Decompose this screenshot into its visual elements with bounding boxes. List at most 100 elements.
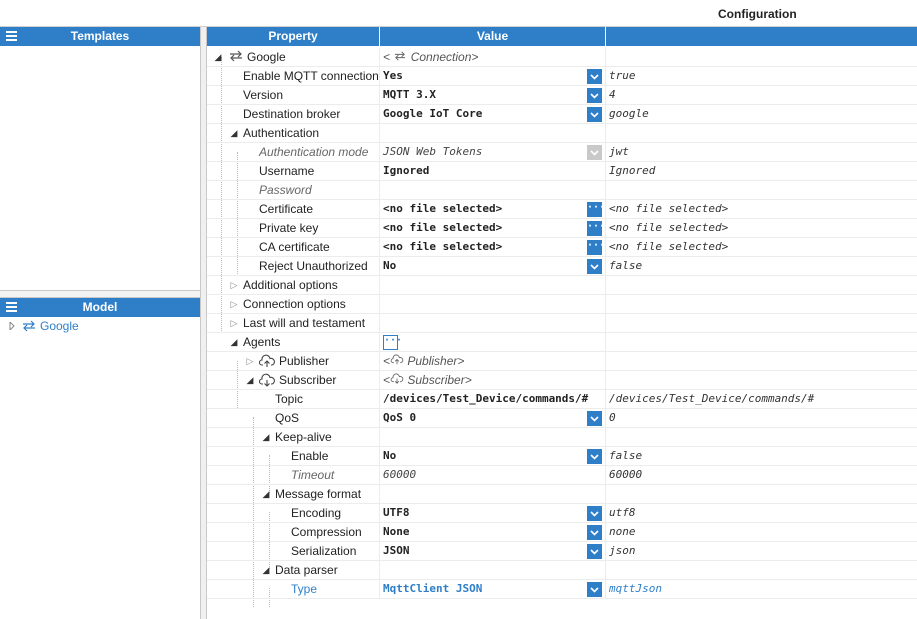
chevron-down-icon[interactable] <box>587 259 602 274</box>
property-label: Publisher <box>279 354 330 368</box>
value-cell[interactable]: Ignored <box>380 162 606 181</box>
column-header-raw[interactable] <box>606 27 917 46</box>
raw-cell <box>606 124 917 143</box>
value-cell[interactable]: QoS 0 <box>380 409 606 428</box>
expand-arrow-icon[interactable]: ▷ <box>229 314 239 332</box>
title-bar: Configuration <box>0 0 917 27</box>
value-cell[interactable]: None <box>380 523 606 542</box>
value-cell[interactable]: <no file selected> ··· <box>380 219 606 238</box>
chevron-down-icon[interactable] <box>587 107 602 122</box>
swap-arrows-icon <box>23 320 35 332</box>
value-cell[interactable]: /devices/Test_Device/commands/# <box>380 390 606 409</box>
property-row-version[interactable]: Version MQTT 3.X 4 <box>207 86 917 105</box>
property-row-password[interactable]: Password <box>207 181 917 200</box>
property-row-private-key[interactable]: Private key <no file selected> ··· <no f… <box>207 219 917 238</box>
raw-cell: /devices/Test_Device/commands/# <box>609 392 815 405</box>
tree-row-agents[interactable]: ◢ Agents ··· <box>207 333 917 352</box>
tree-row-additional-options[interactable]: ▷ Additional options <box>207 276 917 295</box>
tree-row-last-will-and-testament[interactable]: ▷ Last will and testament <box>207 314 917 333</box>
property-row-destination-broker[interactable]: Destination broker Google IoT Core googl… <box>207 105 917 124</box>
value-cell[interactable]: No <box>380 447 606 466</box>
subscriber-object-label: < Subscriber> <box>383 373 472 387</box>
collapse-arrow-icon[interactable]: ◢ <box>261 428 271 446</box>
chevron-down-icon[interactable] <box>587 69 602 84</box>
expand-arrow-icon[interactable]: ▷ <box>245 352 255 370</box>
property-row-username[interactable]: Username Ignored Ignored <box>207 162 917 181</box>
value-cell <box>380 561 606 580</box>
connection-object-label: < Connection> <box>383 50 479 64</box>
property-value: <no file selected> <box>383 240 503 253</box>
value-cell[interactable]: Google IoT Core <box>380 105 606 124</box>
chevron-down-icon[interactable] <box>587 411 602 426</box>
hamburger-menu-icon[interactable] <box>6 31 17 42</box>
left-pane: Templates Model Google <box>0 27 201 619</box>
tree-row-message-format[interactable]: ◢ Message format <box>207 485 917 504</box>
value-cell[interactable]: MQTT 3.X <box>380 86 606 105</box>
column-header-value[interactable]: Value <box>380 27 605 46</box>
model-item-google[interactable]: Google <box>0 317 200 335</box>
tree-row-keep-alive[interactable]: ◢ Keep-alive <box>207 428 917 447</box>
property-row-timeout[interactable]: Timeout 60000 60000 <box>207 466 917 485</box>
collapse-arrow-icon[interactable]: ◢ <box>213 48 223 66</box>
property-label: Private key <box>259 221 319 235</box>
value-cell: < Connection> <box>380 48 606 67</box>
hamburger-menu-icon[interactable] <box>6 302 17 313</box>
chevron-down-icon[interactable] <box>587 449 602 464</box>
expand-arrow-icon[interactable]: ▷ <box>229 276 239 294</box>
value-cell[interactable]: <no file selected> ··· <box>380 238 606 257</box>
publisher-object-label: < Publisher> <box>383 354 465 368</box>
tree-row-subscriber[interactable]: ◢ Subscriber < Subscriber> <box>207 371 917 390</box>
value-cell[interactable]: <no file selected> ··· <box>380 200 606 219</box>
collapse-arrow-icon[interactable]: ◢ <box>245 371 255 389</box>
tree-row-authentication[interactable]: ◢ Authentication <box>207 124 917 143</box>
value-cell <box>380 181 606 200</box>
collapse-arrow-icon[interactable]: ◢ <box>261 561 271 579</box>
templates-panel-header: Templates <box>0 27 200 46</box>
chevron-down-icon[interactable] <box>587 506 602 521</box>
ellipsis-icon[interactable]: ··· <box>587 240 605 255</box>
value-cell[interactable]: UTF8 <box>380 504 606 523</box>
raw-cell: false <box>609 449 643 462</box>
chevron-down-icon[interactable] <box>587 88 602 103</box>
property-row-ca-certificate[interactable]: CA certificate <no file selected> ··· <n… <box>207 238 917 257</box>
property-value: QoS 0 <box>383 411 417 424</box>
ellipsis-icon[interactable]: ··· <box>587 221 605 236</box>
tree-row-data-parser[interactable]: ◢ Data parser <box>207 561 917 580</box>
property-row-topic[interactable]: Topic /devices/Test_Device/commands/# /d… <box>207 390 917 409</box>
value-cell[interactable]: JSON <box>380 542 606 561</box>
tree-row-connection-options[interactable]: ▷ Connection options <box>207 295 917 314</box>
expand-arrow-icon[interactable] <box>9 322 15 330</box>
chevron-down-icon[interactable] <box>587 525 602 540</box>
tree-row-publisher[interactable]: ▷ Publisher < Publisher> <box>207 352 917 371</box>
column-header-property[interactable]: Property <box>207 27 379 46</box>
page-title: Configuration <box>718 7 797 21</box>
value-cell[interactable]: Yes <box>380 67 606 86</box>
chevron-down-icon[interactable] <box>587 582 602 597</box>
property-label: Version <box>243 88 284 102</box>
collapse-arrow-icon[interactable]: ◢ <box>261 485 271 503</box>
chevron-down-icon[interactable] <box>587 544 602 559</box>
panel-splitter[interactable] <box>0 291 200 298</box>
property-row-qos[interactable]: QoS QoS 0 0 <box>207 409 917 428</box>
property-row-reject-unauthorized[interactable]: Reject Unauthorized No false <box>207 257 917 276</box>
property-row-certificate[interactable]: Certificate <no file selected> ··· <no f… <box>207 200 917 219</box>
property-row-type[interactable]: Type MqttClient JSON mqttJson <box>207 580 917 599</box>
value-cell[interactable]: No <box>380 257 606 276</box>
value-cell[interactable]: MqttClient JSON <box>380 580 606 599</box>
ellipsis-icon[interactable]: ··· <box>587 202 605 217</box>
tree-row-google[interactable]: ◢ Google < Connection> <box>207 48 917 67</box>
ellipsis-icon[interactable]: ··· <box>383 335 402 350</box>
collapse-arrow-icon[interactable]: ◢ <box>229 333 239 351</box>
property-row-keep-alive-enable[interactable]: Enable No false <box>207 447 917 466</box>
property-row-serialization[interactable]: Serialization JSON json <box>207 542 917 561</box>
collapse-arrow-icon[interactable]: ◢ <box>229 124 239 142</box>
property-label: Type <box>291 582 318 596</box>
property-row-enable-mqtt-connection[interactable]: Enable MQTT connection Yes true <box>207 67 917 86</box>
property-row-authentication-mode[interactable]: Authentication mode JSON Web Tokens jwt <box>207 143 917 162</box>
property-label: Enable MQTT connection <box>243 69 379 83</box>
raw-cell <box>606 181 917 200</box>
property-value: Yes <box>383 69 403 82</box>
expand-arrow-icon[interactable]: ▷ <box>229 295 239 313</box>
property-row-compression[interactable]: Compression None none <box>207 523 917 542</box>
property-row-encoding[interactable]: Encoding UTF8 utf8 <box>207 504 917 523</box>
